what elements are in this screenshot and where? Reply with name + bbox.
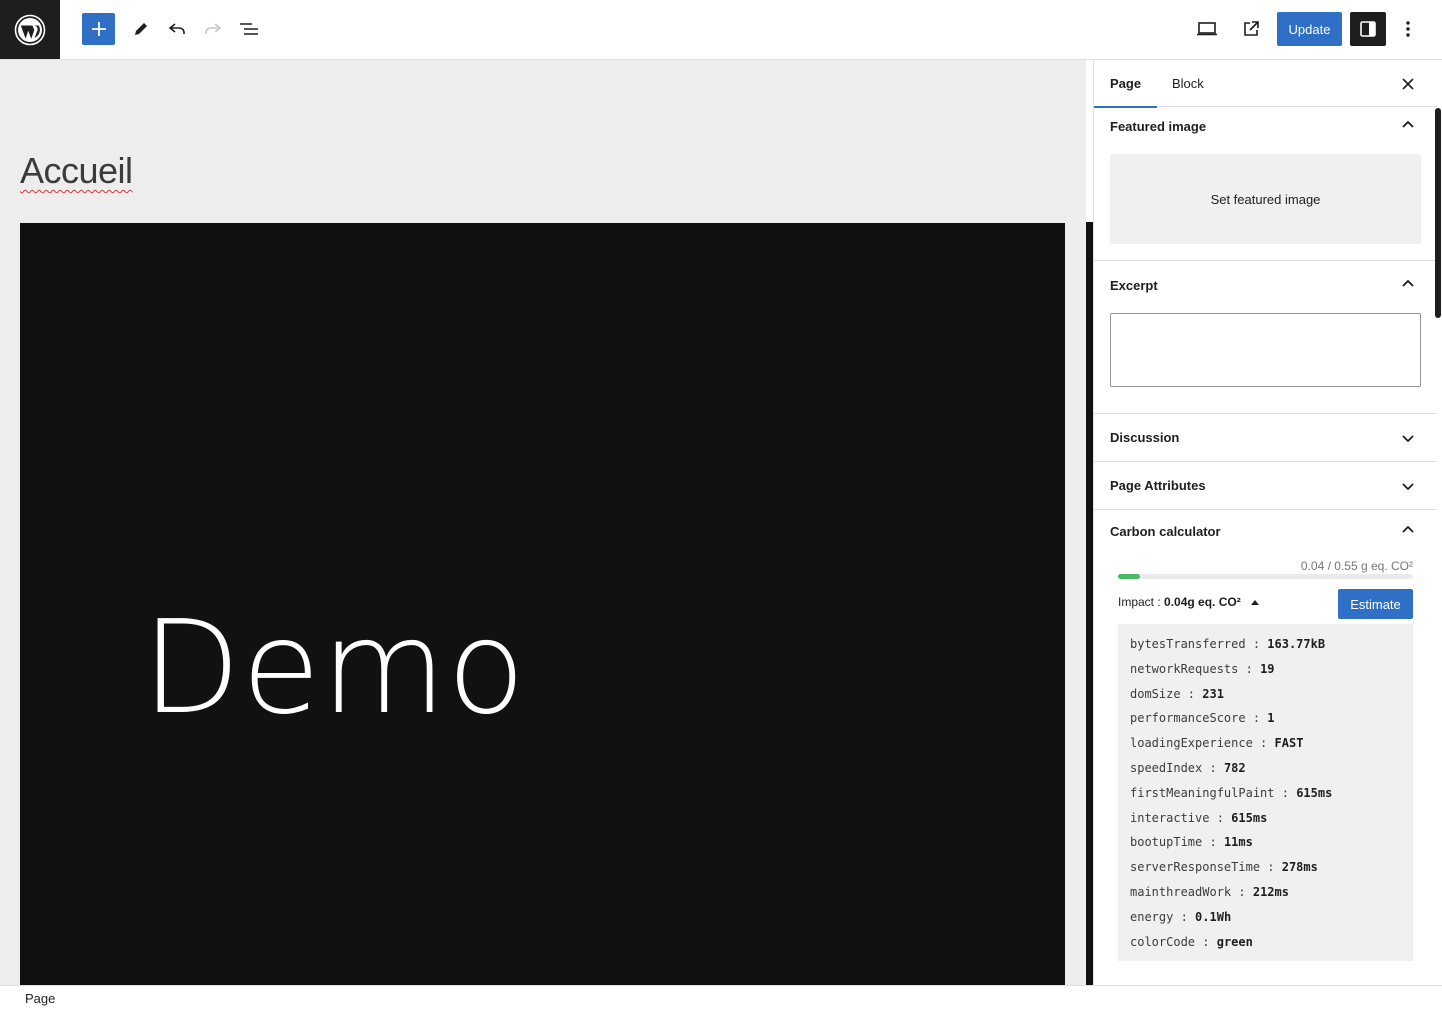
metric-value: green [1216, 934, 1253, 949]
metric-row: firstMeaningfulPaint : 615ms [1130, 785, 1333, 800]
tab-block[interactable]: Block [1156, 60, 1220, 107]
more-vertical-icon [1406, 21, 1410, 37]
tools-button[interactable] [123, 12, 159, 46]
metric-row: networkRequests : 19 [1130, 661, 1275, 676]
metric-value: 782 [1223, 760, 1246, 775]
metric-key: domSize [1130, 686, 1181, 701]
settings-toggle-button[interactable] [1350, 12, 1386, 46]
metric-row: loadingExperience : FAST [1130, 736, 1304, 751]
metric-value: FAST [1274, 736, 1304, 751]
chevron-down-icon[interactable] [1398, 428, 1418, 448]
cover-heading[interactable]: Demo [142, 605, 526, 733]
discussion-heading[interactable]: Discussion [1110, 430, 1179, 445]
metric-value: 231 [1202, 686, 1224, 701]
excerpt-field[interactable] [1110, 313, 1421, 387]
sidebar-tabs: Page Block [1094, 60, 1437, 108]
metric-key: energy [1130, 909, 1174, 924]
page-attributes-panel: Page Attributes [1094, 462, 1437, 510]
list-view-button[interactable] [231, 12, 267, 46]
metric-value: 615ms [1231, 810, 1268, 825]
sidebar-scrollbar[interactable] [1435, 108, 1441, 318]
page-title[interactable]: Accueil [20, 150, 133, 192]
metric-row: bootupTime : 11ms [1130, 835, 1253, 850]
carbon-metrics-list: bytesTransferred : 163.77kB networkReques… [1118, 624, 1413, 961]
metric-value: 615ms [1296, 785, 1333, 800]
canvas-scrollbar[interactable] [1086, 222, 1093, 985]
external-icon [1244, 21, 1259, 36]
carbon-calculator-heading[interactable]: Carbon calculator [1110, 524, 1221, 539]
page-attributes-heading[interactable]: Page Attributes [1110, 478, 1206, 493]
metric-row: colorCode : green [1130, 934, 1253, 949]
view-page-button[interactable] [1233, 12, 1269, 46]
chevron-up-icon[interactable] [1398, 520, 1418, 540]
metric-row: mainthreadWork : 212ms [1130, 884, 1289, 899]
metric-value: 19 [1260, 661, 1275, 676]
metric-key: serverResponseTime [1130, 860, 1261, 875]
undo-button[interactable] [159, 12, 195, 46]
set-featured-image-button[interactable]: Set featured image [1110, 154, 1421, 244]
metric-value: 163.77kB [1267, 637, 1326, 651]
cover-block[interactable]: Demo [20, 223, 1065, 985]
metric-key: mainthreadWork [1130, 884, 1232, 899]
metric-key: bootupTime [1130, 835, 1203, 850]
metric-key: performanceScore [1130, 711, 1246, 726]
carbon-meter-label: 0.04 / 0.55 g eq. CO² [1300, 559, 1413, 573]
tab-page[interactable]: Page [1094, 60, 1158, 108]
metric-key: interactive [1130, 810, 1210, 825]
redo-icon [205, 23, 222, 34]
carbon-meter-fill [1118, 574, 1140, 579]
estimate-button[interactable]: Estimate [1338, 589, 1413, 619]
editor-canvas[interactable]: Accueil Demo [0, 60, 1086, 985]
metric-row: bytesTransferred : 163.77kB [1130, 637, 1326, 651]
list-view-icon [240, 23, 258, 35]
editor-toolbar: Update [0, 0, 1442, 60]
chevron-up-icon[interactable] [1398, 274, 1418, 294]
impact-label: Impact : [1118, 595, 1165, 609]
add-block-button[interactable] [82, 13, 115, 45]
metric-value: 212ms [1252, 884, 1289, 899]
carbon-meter [1118, 574, 1413, 579]
metric-key: loadingExperience [1130, 736, 1253, 751]
chevron-up-icon[interactable] [1398, 115, 1418, 135]
metric-key: bytesTransferred [1130, 637, 1246, 651]
preview-button[interactable] [1189, 12, 1225, 46]
redo-button[interactable] [195, 12, 231, 46]
metric-value: 11ms [1223, 835, 1253, 850]
metric-key: colorCode [1130, 934, 1196, 949]
metric-row: speedIndex : 782 [1130, 760, 1246, 775]
close-icon [1402, 78, 1414, 90]
breadcrumb[interactable]: Page [25, 991, 55, 1006]
plus-icon [91, 22, 106, 36]
settings-sidebar: Page Block Featured image Set featured i… [1093, 60, 1442, 985]
metric-row: energy : 0.1Wh [1130, 909, 1232, 924]
featured-image-heading[interactable]: Featured image [1110, 119, 1206, 134]
discussion-panel: Discussion [1094, 414, 1437, 462]
metric-row: domSize : 231 [1130, 686, 1224, 701]
chevron-down-icon[interactable] [1398, 476, 1418, 496]
pencil-icon [135, 23, 147, 35]
metric-row: serverResponseTime : 278ms [1130, 860, 1318, 875]
metric-value: 0.1Wh [1195, 909, 1232, 924]
impact-value: 0.04g eq. CO² [1164, 595, 1241, 609]
metric-row: interactive : 615ms [1130, 810, 1268, 825]
desktop-icon [1197, 22, 1217, 36]
metric-value: 278ms [1281, 860, 1318, 875]
wordpress-icon[interactable] [0, 0, 60, 59]
editor-footer: Page [0, 985, 1442, 1009]
options-button[interactable] [1390, 12, 1426, 46]
metric-key: firstMeaningfulPaint [1130, 785, 1275, 800]
undo-icon [168, 23, 185, 34]
caret-up-icon[interactable] [1250, 598, 1260, 606]
metric-row: performanceScore : 1 [1130, 711, 1275, 726]
metric-key: networkRequests [1130, 661, 1239, 676]
update-button[interactable]: Update [1277, 12, 1342, 46]
impact-row: Impact : 0.04g eq. CO² [1118, 595, 1260, 609]
close-sidebar-button[interactable] [1394, 70, 1422, 98]
excerpt-heading[interactable]: Excerpt [1110, 278, 1158, 293]
sidebar-icon [1360, 21, 1376, 37]
metric-value: 1 [1267, 711, 1275, 726]
metric-key: speedIndex [1130, 760, 1203, 775]
